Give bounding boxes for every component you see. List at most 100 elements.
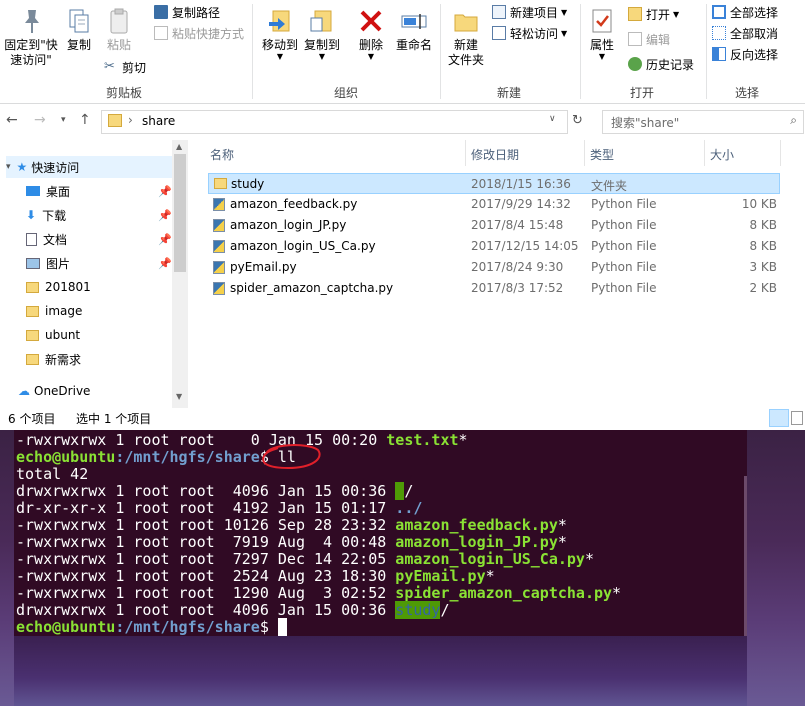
nav-desktop[interactable]: 桌面: [26, 180, 70, 202]
terminal-line: -rwxrwxrwx 1 root root 7919 Aug 4 00:48 …: [16, 534, 567, 551]
dir-highlight: [395, 482, 405, 500]
nav-folder-new-requirements[interactable]: 新需求: [26, 348, 81, 370]
nav-folder-image[interactable]: image: [26, 300, 82, 322]
line-suffix: *: [458, 431, 468, 449]
cloud-icon: ☁: [18, 384, 30, 398]
file-name: amazon_feedback.py: [230, 197, 358, 211]
copy-path-button[interactable]: 复制路径: [154, 2, 220, 22]
nav-quick-access[interactable]: ▾ ★ 快速访问: [6, 156, 172, 178]
nav-item-label: 201801: [45, 280, 91, 294]
column-header-type[interactable]: 类型: [590, 146, 614, 163]
edit-button[interactable]: 编辑: [628, 29, 670, 49]
search-icon: ⌕: [790, 113, 797, 127]
chevron-down-icon: ▼: [367, 52, 375, 61]
select-none-button[interactable]: 全部取消: [712, 23, 778, 43]
pin-to-quick-access-button[interactable]: 固定到"快 速访问": [4, 6, 58, 68]
new-item-label: 新建项目: [510, 5, 559, 20]
properties-button[interactable]: 属性 ▼: [584, 6, 620, 61]
copy-button[interactable]: 复制: [62, 6, 96, 53]
easy-access-button[interactable]: 轻松访问 ▼: [492, 23, 567, 43]
properties-label: 属性: [589, 38, 614, 52]
column-header-date[interactable]: 修改日期: [471, 146, 519, 163]
terminal-empty-area: [14, 636, 747, 706]
rename-button[interactable]: 重命名: [394, 6, 434, 53]
copy-to-button[interactable]: 复制到 ▼: [300, 6, 344, 61]
chevron-down-icon: ▼: [673, 9, 680, 19]
terminal-scrollbar[interactable]: [744, 476, 747, 636]
line-file: amazon_feedback.py: [395, 516, 558, 534]
file-type: Python File: [591, 197, 657, 211]
nav-downloads[interactable]: ⬇ 下载: [26, 204, 66, 226]
cut-button[interactable]: ✂ 剪切: [104, 57, 146, 77]
nav-item-label: 新需求: [45, 352, 82, 367]
history-button[interactable]: 历史记录: [628, 54, 694, 74]
line-perm: -rwxrwxrwx 1 root root 1290 Aug 3 02:52: [16, 584, 396, 602]
nav-pictures[interactable]: 图片: [26, 252, 70, 274]
paste-label: 粘贴: [106, 38, 131, 52]
line-suffix: *: [584, 550, 594, 568]
line-file: spider_amazon_captcha.py: [395, 584, 613, 602]
paste-button[interactable]: 粘贴: [102, 6, 136, 53]
new-folder-button[interactable]: 新建 文件夹: [444, 6, 488, 68]
details-view-icon[interactable]: [769, 409, 789, 427]
file-date: 2017/8/3 17:52: [471, 281, 564, 295]
invert-selection-button[interactable]: 反向选择: [712, 44, 778, 64]
terminal-line: -rwxrwxrwx 1 root root 7297 Dec 14 22:05…: [16, 551, 594, 568]
nav-scrollbar[interactable]: ▲ ▼: [172, 140, 188, 408]
open-button[interactable]: 打开 ▼: [628, 4, 679, 24]
file-row-amazon-login-jp[interactable]: amazon_login_JP.py 2017/8/4 15:48 Python…: [208, 215, 780, 236]
group-separator: [706, 4, 707, 99]
line-perm: -rwxrwxrwx 1 root root 2524 Aug 23 18:30: [16, 567, 396, 585]
nav-item-label: OneDrive: [34, 384, 91, 398]
forward-arrow-icon[interactable]: →: [34, 112, 46, 128]
copy-to-label: 复制到: [303, 38, 340, 52]
paste-shortcut-button[interactable]: 粘贴快捷方式: [154, 23, 244, 43]
scroll-down-icon[interactable]: ▼: [176, 392, 182, 401]
new-item-button[interactable]: 新建项目 ▼: [492, 2, 567, 22]
back-arrow-icon[interactable]: ←: [6, 112, 18, 128]
folder-icon: [108, 114, 122, 127]
scroll-up-icon[interactable]: ▲: [176, 142, 182, 151]
recent-chevron-icon[interactable]: ▾: [61, 115, 66, 125]
edit-icon: [628, 32, 642, 46]
select-all-button[interactable]: 全部选择: [712, 2, 778, 22]
prompt-user: echo@ubuntu: [16, 448, 116, 466]
address-field[interactable]: › share ∨: [101, 110, 568, 134]
breadcrumb-chevron-icon: ›: [128, 113, 133, 127]
large-icons-view-icon[interactable]: [791, 411, 803, 425]
expand-arrow-icon[interactable]: ▾: [6, 162, 11, 172]
search-input[interactable]: 搜索"share" ⌕: [602, 110, 804, 134]
address-bar-row: ← → ▾ ↑ › share ∨ ↻ 搜索"share" ⌕: [0, 106, 805, 136]
file-row-spider-amazon-captcha[interactable]: spider_amazon_captcha.py 2017/8/3 17:52 …: [208, 278, 780, 299]
refresh-icon[interactable]: ↻: [572, 113, 583, 128]
nav-documents[interactable]: 文档: [26, 228, 67, 250]
line-perm: dr-xr-xr-x 1 root root 4192 Jan 15 01:17: [16, 499, 396, 517]
ribbon: 固定到"快 速访问" 复制 粘贴 复制路径 粘贴快捷方式 ✂ 剪切 剪贴板 移动…: [0, 0, 805, 104]
file-size: 8 KB: [749, 218, 777, 232]
file-row-amazon-feedback[interactable]: amazon_feedback.py 2017/9/29 14:32 Pytho…: [208, 194, 780, 215]
line-perm: -rwxrwxrwx 1 root root 7919 Aug 4 00:48: [16, 533, 396, 551]
nav-folder-201801[interactable]: 201801: [26, 276, 91, 298]
line-suffix: /: [404, 482, 414, 500]
file-row-study[interactable]: study 2018/1/15 16:36 文件夹: [208, 173, 780, 194]
folder-icon: [26, 329, 39, 341]
up-arrow-icon[interactable]: ↑: [79, 112, 91, 128]
terminal-window[interactable]: -rwxrwxrwx 1 root root 0 Jan 15 00:20 te…: [14, 430, 747, 636]
file-row-pyemail[interactable]: pyEmail.py 2017/8/24 9:30 Python File 3 …: [208, 257, 780, 278]
chevron-down-icon: ▼: [318, 52, 326, 61]
rename-icon: [401, 14, 427, 29]
nav-scroll-thumb[interactable]: [174, 154, 186, 272]
move-to-button[interactable]: 移动到 ▼: [258, 6, 302, 61]
delete-button[interactable]: 删除 ▼: [354, 6, 388, 61]
nav-folder-ubunt[interactable]: ubunt: [26, 324, 80, 346]
terminal-line: dr-xr-xr-x 1 root root 4192 Jan 15 01:17…: [16, 500, 422, 517]
cut-label: 剪切: [122, 60, 147, 75]
nav-onedrive[interactable]: ☁ OneDrive: [18, 380, 90, 402]
file-row-amazon-login-us-ca[interactable]: amazon_login_US_Ca.py 2017/12/15 14:05 P…: [208, 236, 780, 257]
address-dropdown-icon[interactable]: ∨: [549, 114, 556, 124]
column-header-name[interactable]: 名称: [210, 146, 234, 163]
line-perm: -rwxrwxrwx 1 root root 7297 Dec 14 22:05: [16, 550, 396, 568]
chevron-down-icon: ▼: [276, 52, 284, 61]
column-header-size[interactable]: 大小: [710, 146, 734, 163]
terminal-total: total 42: [16, 465, 89, 483]
